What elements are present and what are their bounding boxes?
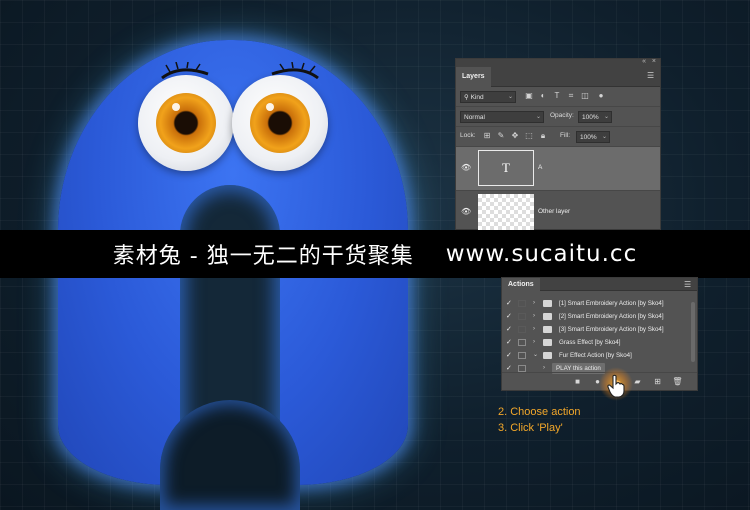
opacity-input[interactable]: 100% ⌄ <box>578 111 612 123</box>
checkmark-icon[interactable]: ✓ <box>506 349 514 362</box>
new-action-button[interactable]: ⊞ <box>652 376 663 387</box>
watermark-brand: 素材兔 - 独一无二的干货聚集 <box>112 244 414 269</box>
visibility-eye-icon[interactable]: 👁︎ <box>461 163 471 173</box>
panel-menu-icon[interactable]: ☰ <box>684 281 693 289</box>
adjustment-filter-icon[interactable]: ◐ <box>538 91 548 101</box>
chevron-right-icon[interactable]: › <box>533 310 535 323</box>
layer-filter-row: ⚲ Kind ⌄ ▣ ◐ T ⌗ ◫ ● <box>456 87 660 107</box>
filter-kind-select[interactable]: ⚲ Kind ⌄ <box>460 91 516 103</box>
chevron-right-icon[interactable]: › <box>533 336 535 349</box>
visibility-eye-icon[interactable]: 👁︎ <box>461 207 471 217</box>
fill-input[interactable]: 100% ⌄ <box>576 131 610 143</box>
left-eye-glint <box>172 103 180 111</box>
lock-position-icon[interactable]: ✥ <box>510 131 520 141</box>
transparent-layer-thumbnail <box>478 194 534 230</box>
filter-toggle-icon[interactable]: ● <box>596 91 606 101</box>
action-set-row[interactable]: ✓ ⌄ Fur Effect Action [by Sko4] <box>502 349 697 362</box>
checkmark-icon[interactable]: ✓ <box>506 310 514 323</box>
right-eye <box>232 75 328 171</box>
dialog-toggle-icon[interactable] <box>518 300 526 307</box>
instruction-steps: 2. Choose action 3. Click 'Play' <box>498 404 581 436</box>
step-click-play: 3. Click 'Play' <box>498 422 563 434</box>
lock-artboard-icon[interactable]: ⬚ <box>524 131 534 141</box>
tab-layers[interactable]: Layers <box>456 67 491 87</box>
dialog-toggle-icon[interactable] <box>518 313 526 320</box>
collapse-icon[interactable]: « <box>642 58 646 65</box>
left-eye <box>138 75 234 171</box>
shape-filter-icon[interactable]: ⌗ <box>566 91 576 101</box>
chevron-down-icon[interactable]: ⌄ <box>533 349 538 362</box>
folder-icon <box>543 300 552 307</box>
right-eye-glint <box>266 103 274 111</box>
watermark-banner: 素材兔 - 独一无二的干货聚集 www.sucaitu.cc <box>0 230 750 278</box>
checkmark-icon[interactable]: ✓ <box>506 336 514 349</box>
action-set-row[interactable]: ✓ › [3] Smart Embroidery Action [by Sko4… <box>502 323 697 336</box>
action-set-row[interactable]: ✓ › Grass Effect [by Sko4] <box>502 336 697 349</box>
step-choose-action: 2. Choose action <box>498 406 581 418</box>
new-set-folder-icon[interactable]: ▰ <box>632 376 643 387</box>
lock-label: Lock: <box>460 132 476 139</box>
lock-image-icon[interactable]: ✎ <box>496 131 506 141</box>
lock-row: Lock: ⊞ ✎ ✥ ⬚ 🔒︎ Fill: 100% ⌄ <box>456 127 660 147</box>
opacity-value: 100% <box>582 114 599 121</box>
folder-open-icon <box>543 352 552 359</box>
folder-icon <box>543 339 552 346</box>
layer-row-a[interactable]: 👁︎ T A <box>456 147 660 191</box>
right-iris <box>250 93 310 153</box>
dialog-toggle-icon[interactable] <box>518 352 526 359</box>
lock-transparent-icon[interactable]: ⊞ <box>482 131 492 141</box>
chevron-down-icon: ⌄ <box>603 114 609 120</box>
folder-icon <box>543 313 552 320</box>
action-label: Fur Effect Action [by Sko4] <box>559 352 632 359</box>
action-label: Grass Effect [by Sko4] <box>559 339 621 346</box>
tab-actions[interactable]: Actions <box>502 278 540 291</box>
layers-panel: « × Layers ☰ ⚲ Kind ⌄ ▣ ◐ T ⌗ ◫ ● Normal… <box>455 58 661 233</box>
scrollbar[interactable] <box>691 302 695 362</box>
type-filter-icon[interactable]: T <box>552 91 562 101</box>
opacity-label: Opacity: <box>550 112 574 119</box>
action-set-row[interactable]: ✓ › [2] Smart Embroidery Action [by Sko4… <box>502 310 697 323</box>
chevron-down-icon: ⌄ <box>535 114 541 120</box>
chevron-down-icon: ⌄ <box>601 134 607 140</box>
chevron-right-icon[interactable]: › <box>533 297 535 310</box>
action-label: [2] Smart Embroidery Action [by Sko4] <box>559 313 664 320</box>
panel-menu-icon[interactable]: ☰ <box>647 72 656 80</box>
layer-row-other[interactable]: 👁︎ Other layer <box>456 191 660 233</box>
text-layer-thumbnail: T <box>478 150 534 186</box>
action-label: [3] Smart Embroidery Action [by Sko4] <box>559 326 664 333</box>
chevron-right-icon[interactable]: › <box>533 323 535 336</box>
dialog-toggle-icon[interactable] <box>518 339 526 346</box>
left-iris <box>156 93 216 153</box>
lock-all-icon[interactable]: 🔒︎ <box>538 131 548 141</box>
action-set-row[interactable]: ✓ › [1] Smart Embroidery Action [by Sko4… <box>502 297 697 310</box>
dialog-toggle-icon[interactable] <box>518 326 526 333</box>
panel-titlebar: « × <box>456 58 660 67</box>
blend-row: Normal ⌄ Opacity: 100% ⌄ <box>456 107 660 127</box>
checkmark-icon[interactable]: ✓ <box>506 297 514 310</box>
filter-kind-label: Kind <box>470 94 484 101</box>
close-icon[interactable]: × <box>652 58 656 65</box>
type-layer-icon: T <box>502 160 510 175</box>
smart-object-filter-icon[interactable]: ◫ <box>580 91 590 101</box>
fill-value: 100% <box>580 134 597 141</box>
chevron-down-icon: ⌄ <box>507 94 513 100</box>
layer-name: Other layer <box>538 208 571 215</box>
trash-icon[interactable]: 🗑︎ <box>672 376 683 387</box>
hand-cursor-icon <box>607 374 625 398</box>
layers-tab-row: Layers ☰ <box>456 67 660 87</box>
watermark-url: www.sucaitu.cc <box>445 241 638 267</box>
blend-mode-value: Normal <box>464 114 485 121</box>
layer-name: A <box>538 164 543 171</box>
blend-mode-select[interactable]: Normal ⌄ <box>460 111 544 123</box>
action-label: [1] Smart Embroidery Action [by Sko4] <box>559 300 664 307</box>
search-icon: ⚲ <box>464 94 471 101</box>
folder-icon <box>543 326 552 333</box>
fill-label: Fill: <box>560 132 571 139</box>
pixel-filter-icon[interactable]: ▣ <box>524 91 534 101</box>
actions-panel: Actions ☰ ✓ › [1] Smart Embroidery Actio… <box>501 277 698 391</box>
stop-button[interactable]: ■ <box>572 376 583 387</box>
checkmark-icon[interactable]: ✓ <box>506 323 514 336</box>
actions-tab-row: Actions ☰ <box>502 278 697 291</box>
dialog-toggle-icon[interactable] <box>518 365 526 372</box>
